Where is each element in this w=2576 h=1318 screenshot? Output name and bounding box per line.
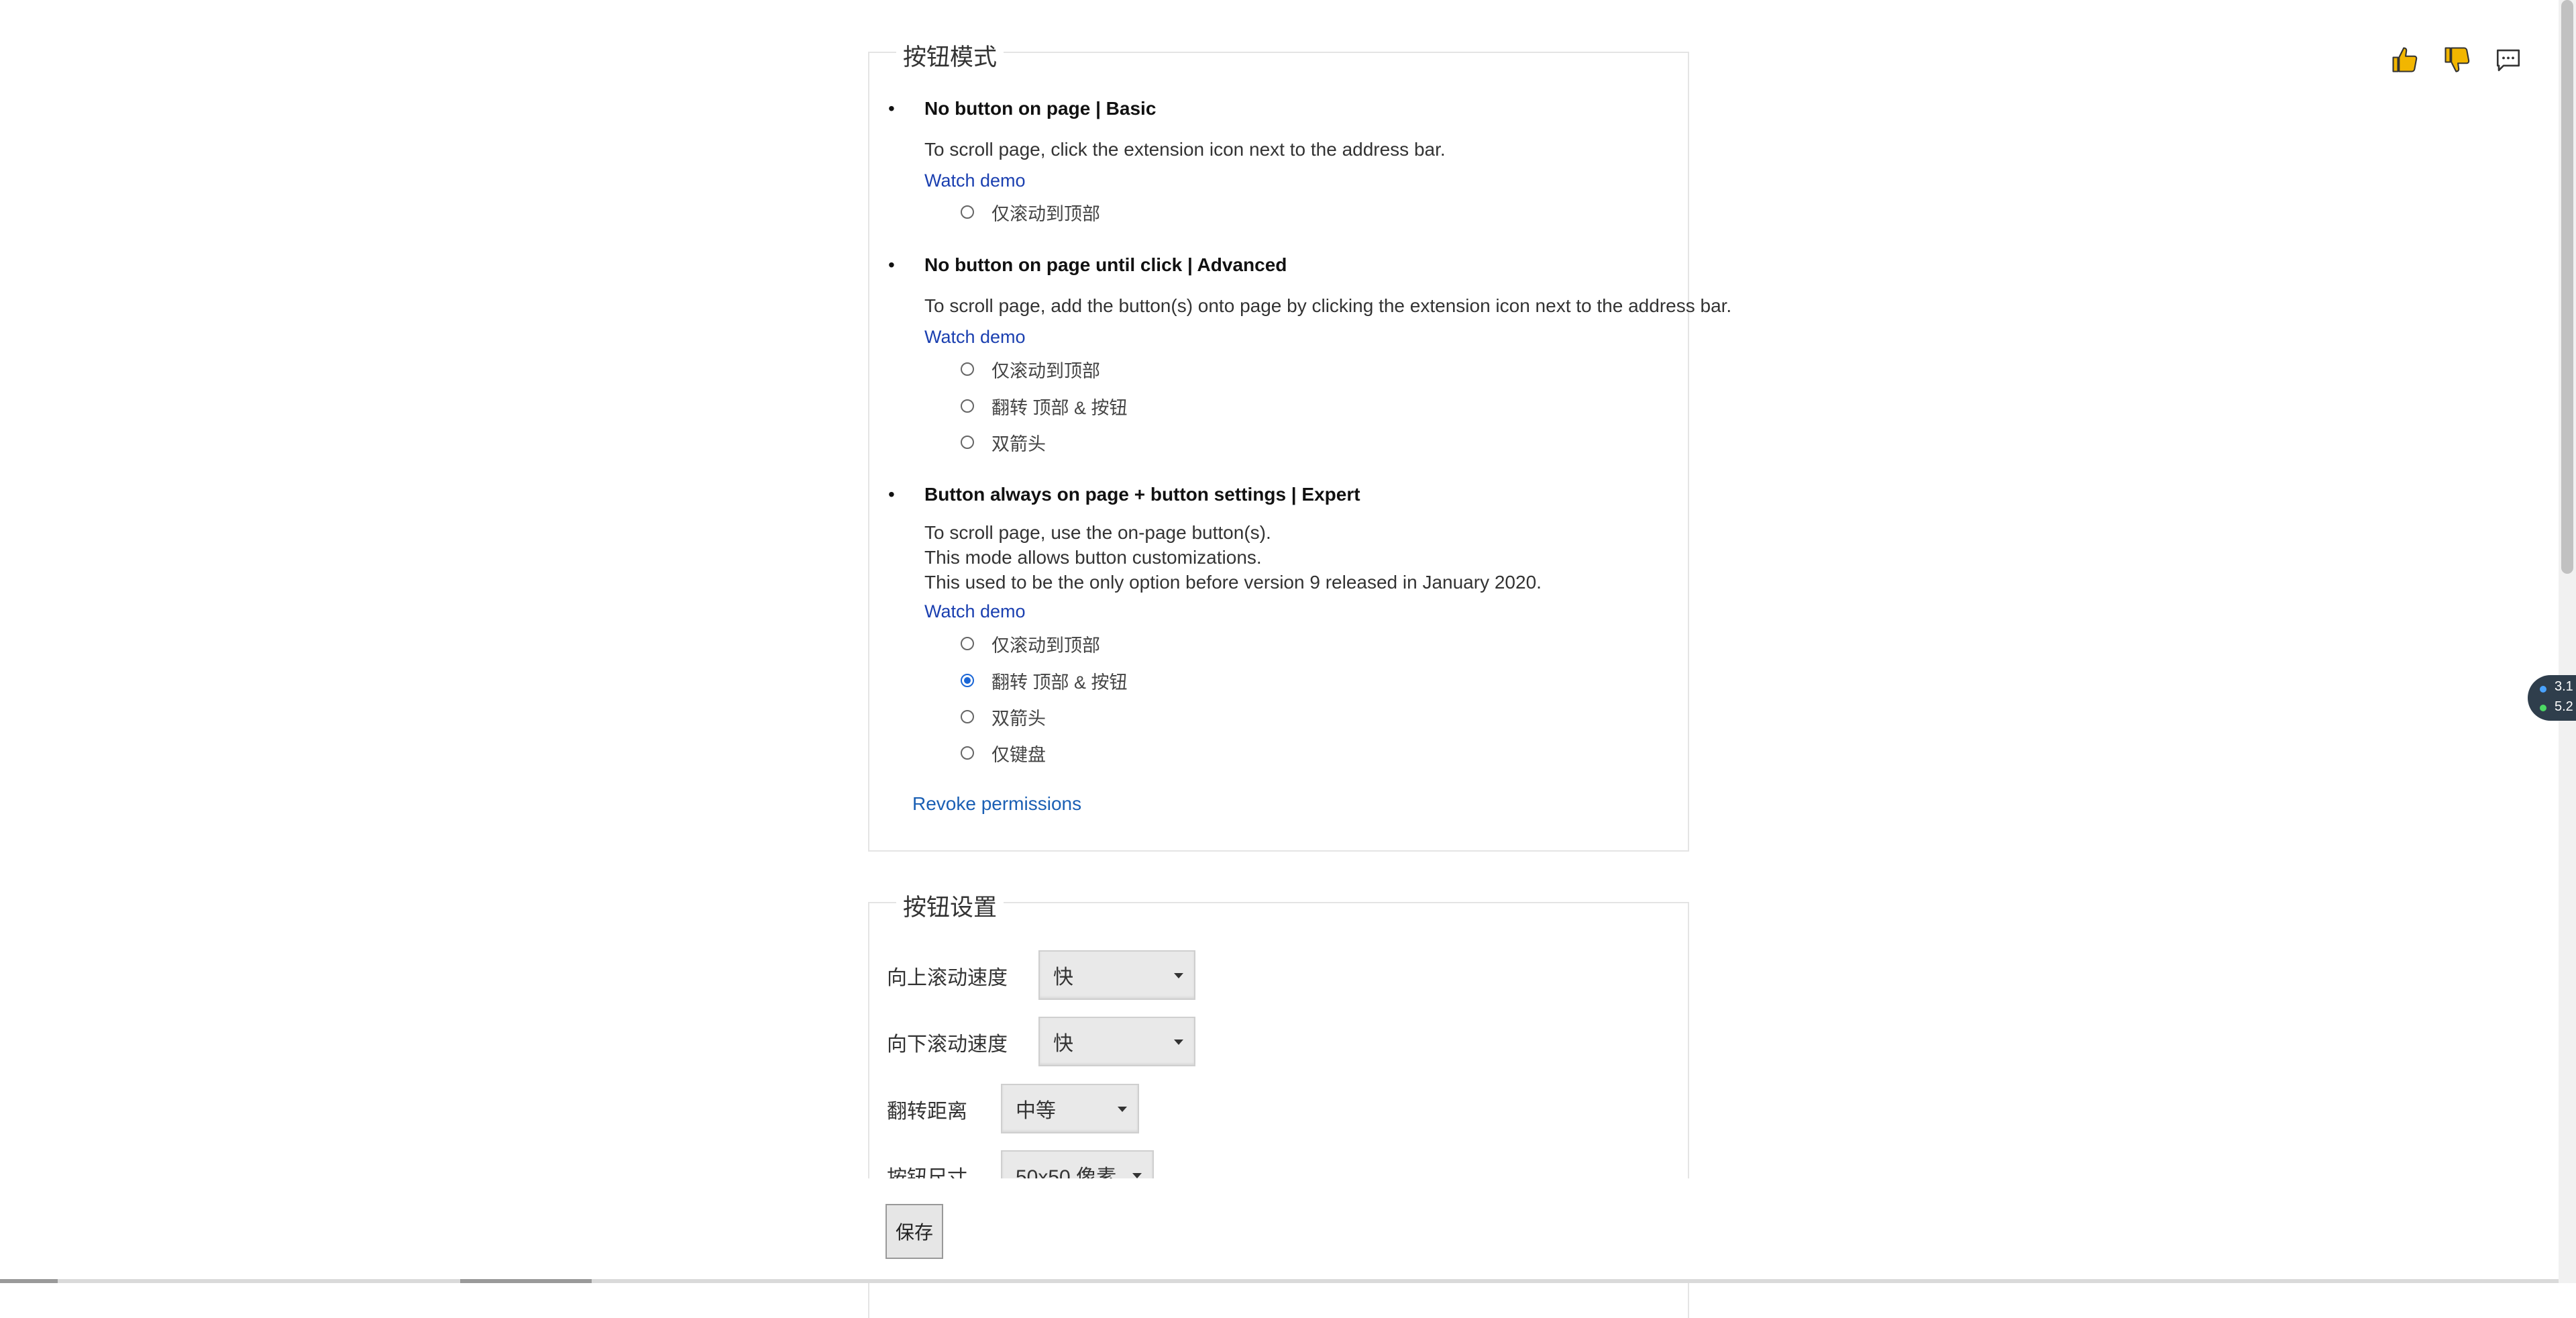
option-label: 双箭头 — [991, 708, 1046, 729]
save-button[interactable]: 保存 — [885, 1204, 943, 1259]
bullet: • — [888, 98, 895, 119]
option-label: 翻转 顶部 & 按钮 — [991, 397, 1128, 418]
radio-button[interactable] — [961, 710, 974, 723]
mode-advanced-option-dual-arrows[interactable]: 双箭头 — [961, 429, 1046, 456]
radio-button[interactable] — [961, 637, 974, 650]
button-mode-legend: 按钮模式 — [896, 38, 1004, 72]
mode-expert-option-keyboard-only[interactable]: 仅键盘 — [961, 740, 1046, 766]
chevron-down-icon — [1174, 1040, 1183, 1045]
radio-button[interactable] — [961, 205, 974, 219]
mode-basic-desc: To scroll page, click the extension icon… — [924, 139, 1446, 160]
mode-expert-option-dual-arrows[interactable]: 双箭头 — [961, 703, 1046, 730]
scroll-up-speed-label: 向上滚动速度 — [887, 967, 1008, 989]
radio-button-checked[interactable] — [961, 674, 974, 687]
mode-basic-option-top-only[interactable]: 仅滚动到顶部 — [961, 199, 1100, 225]
mode-expert-option-flip[interactable]: 翻转 顶部 & 按钮 — [961, 667, 1128, 694]
radio-button[interactable] — [961, 399, 974, 413]
mode-expert-desc-1: To scroll page, use the on-page button(s… — [924, 522, 1271, 543]
mode-expert-desc-2: This mode allows button customizations. — [924, 547, 1262, 568]
scroll-down-speed-select[interactable]: 快 — [1038, 1017, 1195, 1066]
option-label: 仅滚动到顶部 — [991, 635, 1100, 656]
mode-advanced-demo-link[interactable]: Watch demo — [924, 327, 1026, 348]
mode-basic-demo-link[interactable]: Watch demo — [924, 170, 1026, 191]
comment-icon[interactable] — [2494, 46, 2522, 74]
upload-speed: 3.1 — [2555, 679, 2573, 694]
mode-advanced-desc: To scroll page, add the button(s) onto p… — [924, 295, 1732, 316]
page-scrollbar[interactable] — [2559, 0, 2576, 1283]
download-speed: 5.2 — [2555, 699, 2573, 714]
upload-indicator-icon — [2540, 686, 2546, 693]
option-label: 翻转 顶部 & 按钮 — [991, 672, 1128, 693]
mode-basic-title: No button on page | Basic — [924, 98, 1157, 119]
button-settings-legend: 按钮设置 — [896, 889, 1004, 923]
option-label: 双箭头 — [991, 434, 1046, 454]
mode-expert-demo-link[interactable]: Watch demo — [924, 601, 1026, 622]
radio-button[interactable] — [961, 436, 974, 449]
scroll-up-speed-row: 向上滚动速度 — [887, 950, 1008, 1001]
option-label: 仅键盘 — [991, 744, 1046, 765]
thumbs-up-icon[interactable] — [2391, 46, 2419, 74]
mode-expert-desc-3: This used to be the only option before v… — [924, 572, 1542, 593]
flip-distance-select[interactable]: 中等 — [1001, 1084, 1139, 1133]
radio-button[interactable] — [961, 362, 974, 376]
button-mode-fieldset: 按钮模式 • No button on page | Basic To scro… — [868, 38, 1731, 852]
bullet: • — [888, 254, 895, 275]
option-label: 仅滚动到顶部 — [991, 203, 1100, 224]
flip-distance-row: 翻转距离 — [887, 1084, 967, 1135]
scrollbar-thumb[interactable] — [2561, 0, 2573, 574]
mode-advanced-title: No button on page until click | Advanced — [924, 254, 1287, 275]
chevron-down-icon — [1132, 1173, 1142, 1178]
revoke-permissions-link[interactable]: Revoke permissions — [912, 793, 1081, 815]
floating-network-widget[interactable]: 3.1 5.2 — [2528, 675, 2576, 721]
radio-button[interactable] — [961, 746, 974, 760]
select-value: 快 — [1053, 966, 1073, 989]
scroll-up-speed-select[interactable]: 快 — [1038, 950, 1195, 1000]
bullet: • — [888, 484, 895, 505]
progress-segment — [460, 1279, 592, 1283]
chevron-down-icon — [1174, 973, 1183, 978]
mode-advanced-option-flip[interactable]: 翻转 顶部 & 按钮 — [961, 393, 1128, 419]
select-value: 中等 — [1016, 1100, 1056, 1122]
flip-distance-label: 翻转距离 — [887, 1101, 967, 1123]
bottom-progress-line — [0, 1279, 2576, 1283]
mode-advanced-option-top-only[interactable]: 仅滚动到顶部 — [961, 356, 1100, 383]
progress-segment — [0, 1279, 58, 1283]
chevron-down-icon — [1118, 1107, 1127, 1112]
thumbs-down-icon[interactable] — [2443, 46, 2471, 74]
option-label: 仅滚动到顶部 — [991, 360, 1100, 381]
mode-expert-title: Button always on page + button settings … — [924, 484, 1360, 505]
scroll-down-speed-row: 向下滚动速度 — [887, 1017, 1008, 1068]
select-value: 快 — [1053, 1033, 1073, 1055]
download-indicator-icon — [2540, 705, 2546, 711]
mode-expert-option-top-only[interactable]: 仅滚动到顶部 — [961, 630, 1100, 657]
scroll-down-speed-label: 向下滚动速度 — [887, 1033, 1008, 1056]
save-bar: 保存 — [0, 1178, 2576, 1283]
